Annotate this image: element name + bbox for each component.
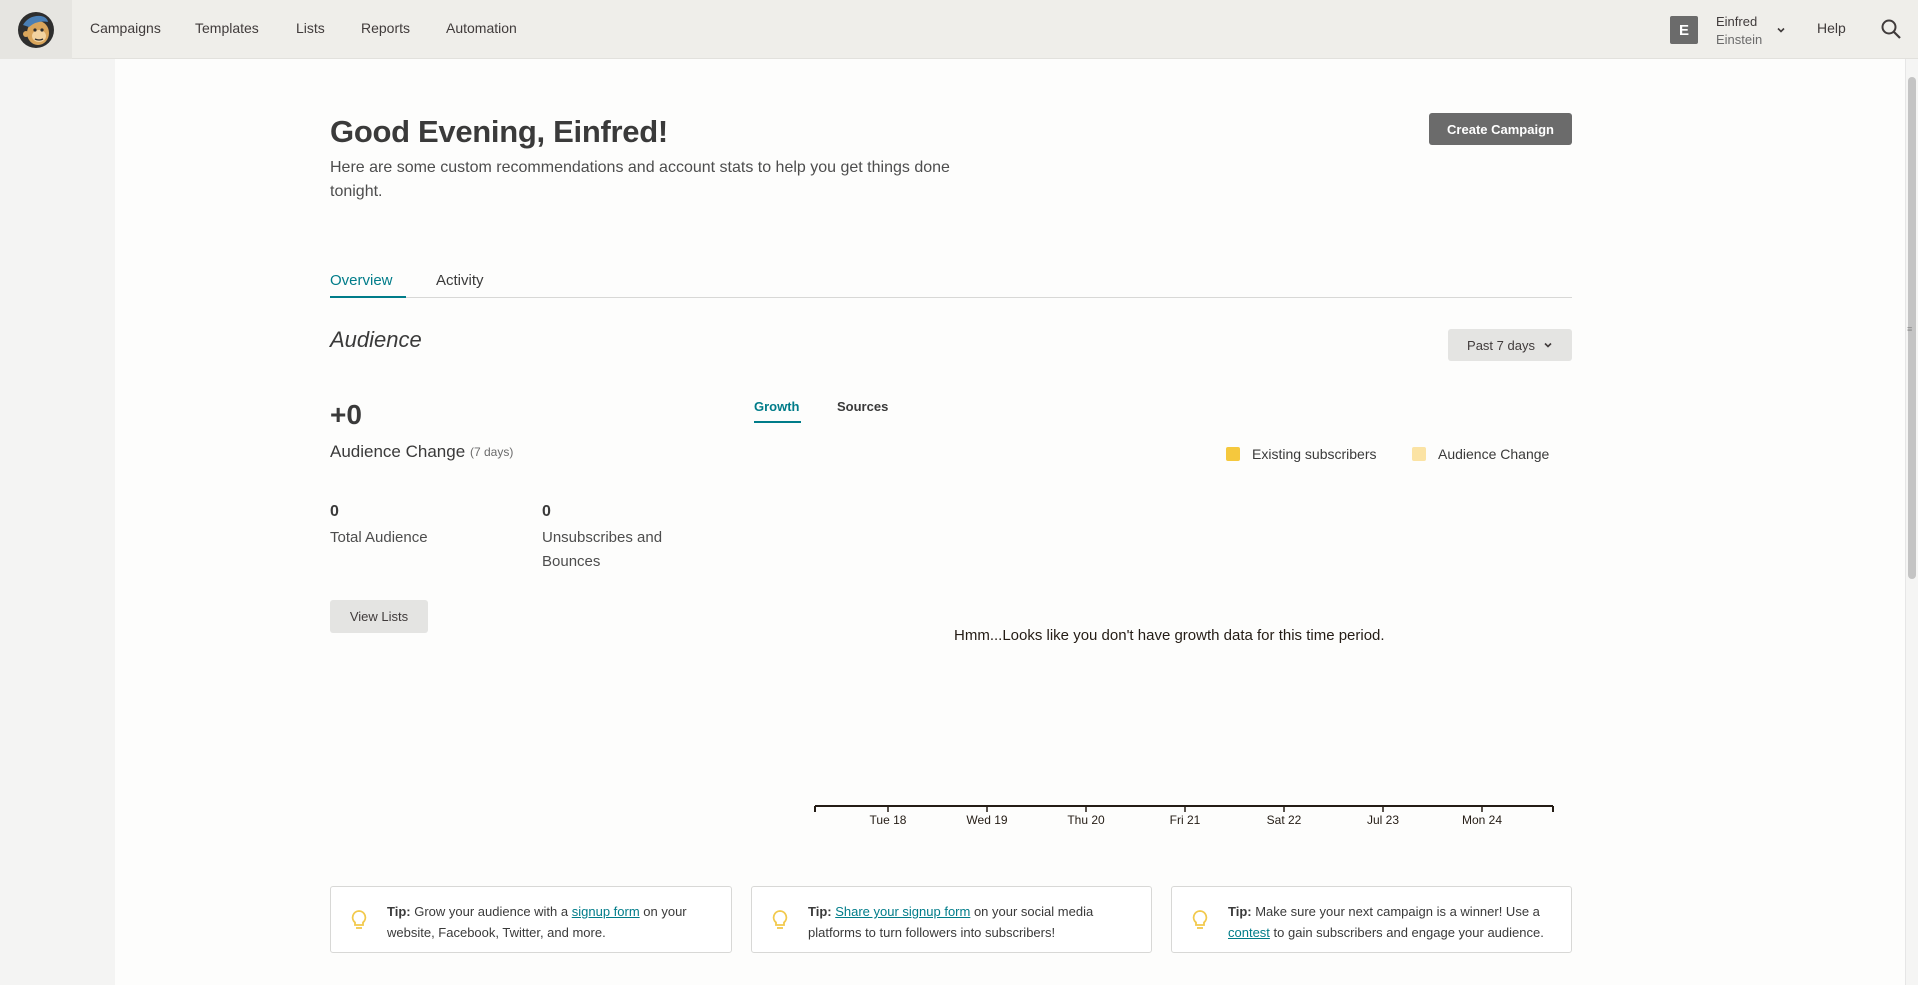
nav-lists[interactable]: Lists bbox=[296, 20, 325, 36]
nav-templates[interactable]: Templates bbox=[195, 20, 259, 36]
chart-empty-message: Hmm...Looks like you don't have growth d… bbox=[954, 627, 1385, 644]
tip-before: Make sure your next campaign is a winner… bbox=[1251, 904, 1540, 919]
mailchimp-logo[interactable] bbox=[0, 0, 72, 59]
tab-activity[interactable]: Activity bbox=[436, 272, 484, 289]
audience-change-value: +0 bbox=[330, 399, 362, 430]
lightbulb-icon bbox=[1192, 910, 1208, 929]
tip-text: Tip: Make sure your next campaign is a w… bbox=[1228, 901, 1561, 943]
x-axis-tick-label: Jul 23 bbox=[1367, 813, 1399, 827]
tip-prefix: Tip: bbox=[387, 904, 411, 919]
total-audience-value: 0 bbox=[330, 503, 339, 520]
active-tab-indicator bbox=[330, 296, 406, 298]
nav-automation[interactable]: Automation bbox=[446, 20, 517, 36]
view-lists-button[interactable]: View Lists bbox=[330, 600, 428, 633]
lightbulb-icon bbox=[772, 910, 788, 929]
tip-text: Tip: Grow your audience with a signup fo… bbox=[387, 901, 721, 943]
monkey-logo-icon bbox=[18, 11, 54, 48]
tip-after: to gain subscribers and engage your audi… bbox=[1269, 925, 1544, 940]
tip-text: Tip: Share your signup form on your soci… bbox=[808, 901, 1141, 943]
tip-card: Tip: Make sure your next campaign is a w… bbox=[1171, 886, 1572, 953]
signup-form-link[interactable]: signup form bbox=[572, 904, 640, 919]
x-axis-tick-label: Wed 19 bbox=[966, 813, 1007, 827]
period-dropdown[interactable]: Past 7 days bbox=[1448, 329, 1572, 361]
chevron-down-icon bbox=[1544, 342, 1552, 348]
audience-change-label: Audience Change bbox=[330, 442, 466, 461]
chevron-down-icon[interactable] bbox=[1776, 22, 1786, 40]
scroll-grip-icon: ≡ bbox=[1907, 324, 1913, 334]
subtab-sources[interactable]: Sources bbox=[837, 399, 888, 414]
page-title: Good Evening, Einfred! bbox=[330, 114, 668, 149]
legend-existing-subscribers: Existing subscribers bbox=[1226, 446, 1377, 462]
total-audience-label: Total Audience bbox=[330, 529, 428, 546]
active-subtab-indicator bbox=[754, 421, 801, 423]
legend-swatch bbox=[1412, 447, 1426, 461]
tab-overview[interactable]: Overview bbox=[330, 272, 393, 289]
x-axis-tick-label: Mon 24 bbox=[1462, 813, 1502, 827]
x-axis-tick-label: Thu 20 bbox=[1067, 813, 1105, 827]
nav-campaigns[interactable]: Campaigns bbox=[90, 20, 161, 36]
lightbulb-icon bbox=[351, 910, 367, 929]
tip-prefix: Tip: bbox=[808, 904, 832, 919]
tip-prefix: Tip: bbox=[1228, 904, 1252, 919]
search-icon[interactable] bbox=[1880, 18, 1902, 45]
unsubscribes-value: 0 bbox=[542, 503, 551, 520]
legend-label: Existing subscribers bbox=[1252, 446, 1377, 462]
page-subtitle: Here are some custom recommendations and… bbox=[330, 159, 950, 200]
tip-before: Grow your audience with a bbox=[410, 904, 572, 919]
period-dropdown-label: Past 7 days bbox=[1467, 337, 1535, 353]
legend-label: Audience Change bbox=[1438, 446, 1550, 462]
unsubscribes-label: Unsubscribes and Bounces bbox=[542, 529, 663, 570]
tabs-divider bbox=[330, 297, 1572, 298]
tip-card: Tip: Grow your audience with a signup fo… bbox=[330, 886, 732, 953]
chart-x-axis: Tue 18 Wed 19 Thu 20 Fri 21 Sat 22 Jul 23 Mon … bbox=[814, 805, 1554, 827]
account-avatar[interactable]: E bbox=[1670, 16, 1698, 44]
share-signup-form-link[interactable]: Share your signup form bbox=[835, 904, 970, 919]
create-campaign-button[interactable]: Create Campaign bbox=[1429, 113, 1572, 145]
top-nav: Campaigns Templates Lists Reports Automa… bbox=[0, 0, 1918, 59]
contest-link[interactable]: contest bbox=[1228, 925, 1270, 940]
nav-help[interactable]: Help bbox=[1817, 20, 1846, 36]
account-last-name[interactable]: Einstein bbox=[1716, 32, 1762, 47]
nav-reports[interactable]: Reports bbox=[361, 20, 410, 36]
audience-section-title: Audience bbox=[330, 327, 422, 352]
subtab-growth[interactable]: Growth bbox=[754, 399, 800, 414]
legend-audience-change: Audience Change bbox=[1412, 446, 1549, 462]
x-axis-tick-label: Tue 18 bbox=[870, 813, 907, 827]
account-first-name[interactable]: Einfred bbox=[1716, 14, 1757, 29]
tip-card: Tip: Share your signup form on your soci… bbox=[751, 886, 1152, 953]
x-axis-tick-label: Sat 22 bbox=[1267, 813, 1302, 827]
audience-change-days: (7 days) bbox=[470, 445, 514, 459]
x-axis-tick-label: Fri 21 bbox=[1170, 813, 1201, 827]
legend-swatch bbox=[1226, 447, 1240, 461]
